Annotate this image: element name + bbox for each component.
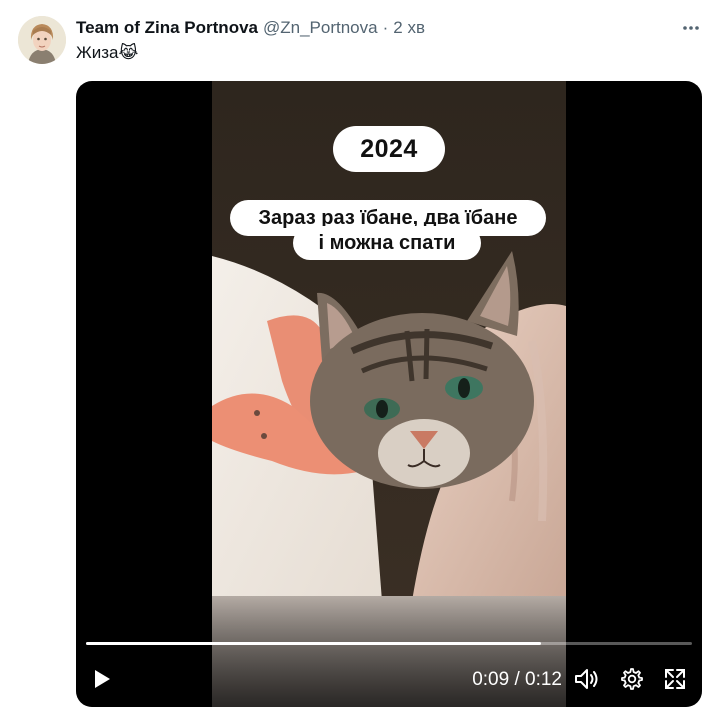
year-label: 2024 bbox=[333, 126, 445, 172]
video-player[interactable]: 2024 Зараз раз їбане, два їбане і можна … bbox=[76, 81, 702, 707]
time-separator: / bbox=[514, 669, 520, 690]
fullscreen-icon bbox=[665, 669, 685, 689]
duration: 0:12 bbox=[525, 669, 562, 690]
separator-dot: · bbox=[382, 18, 389, 37]
play-icon bbox=[95, 670, 110, 688]
author-name[interactable]: Team of Zina Portnova bbox=[76, 17, 258, 39]
volume-icon bbox=[575, 669, 598, 689]
tweet-header: Team of Zina Portnova @Zn_Portnova · 2 х… bbox=[76, 17, 660, 39]
author-handle[interactable]: @Zn_Portnova bbox=[263, 17, 378, 39]
cat-emoji-icon: 😹 bbox=[118, 43, 139, 62]
more-horizontal-icon bbox=[683, 26, 699, 30]
progress-fill bbox=[86, 642, 541, 645]
volume-button[interactable] bbox=[573, 666, 601, 692]
avatar[interactable] bbox=[18, 16, 66, 64]
tweet-text-body: Жиза bbox=[76, 43, 119, 62]
timestamp[interactable]: 2 хв bbox=[393, 17, 425, 39]
avatar-image bbox=[18, 16, 66, 64]
play-button[interactable] bbox=[89, 666, 115, 692]
progress-bar[interactable] bbox=[86, 642, 692, 645]
current-time: 0:09 bbox=[472, 669, 510, 690]
tweet-text: Жиза 😹 bbox=[76, 42, 138, 64]
more-options-button[interactable] bbox=[678, 15, 704, 41]
time-display: 0:09 / 0:12 bbox=[472, 668, 562, 692]
fullscreen-button[interactable] bbox=[662, 666, 688, 692]
settings-button[interactable] bbox=[618, 666, 644, 692]
controls-overlay bbox=[76, 597, 702, 707]
caption-line-2: і можна спати bbox=[293, 226, 481, 260]
settings-gear-icon bbox=[621, 668, 643, 690]
